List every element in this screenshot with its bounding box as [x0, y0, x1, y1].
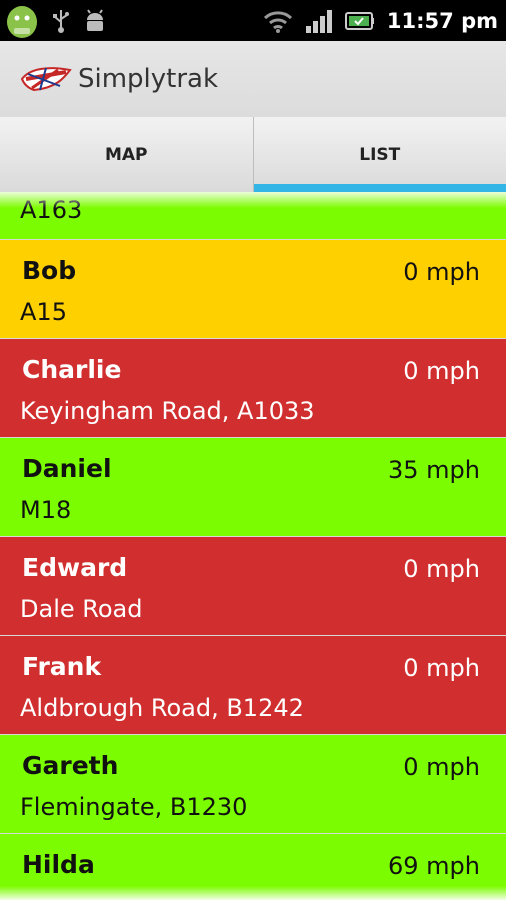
- list-item[interactable]: Bob 0 mph A15: [0, 240, 506, 339]
- list-item[interactable]: Edward 0 mph Dale Road: [0, 537, 506, 636]
- driver-name: Charlie: [22, 355, 122, 384]
- driver-name: Bob: [22, 256, 77, 285]
- speed-label: 35 mph: [388, 456, 480, 484]
- app-title: Simplytrak: [78, 64, 219, 94]
- driver-name: Gareth: [22, 751, 119, 780]
- action-bar: Simplytrak: [0, 41, 506, 117]
- list-item[interactable]: A163: [0, 192, 506, 240]
- notification-icons: [4, 2, 108, 40]
- road-label: Flemingate, B1230: [20, 793, 248, 821]
- road-label: Keyingham Road, A1033: [20, 397, 315, 425]
- debug-icon: [87, 9, 103, 31]
- tab-map[interactable]: MAP: [0, 117, 253, 192]
- clock: 11:57 pm: [386, 8, 498, 33]
- road-label: Aldbrough Road, B1242: [20, 694, 304, 722]
- speed-label: 0 mph: [403, 555, 480, 583]
- list-item[interactable]: Frank 0 mph Aldbrough Road, B1242: [0, 636, 506, 735]
- speed-label: 69 mph: [388, 852, 480, 880]
- speed-label: 0 mph: [403, 753, 480, 781]
- tracker-list[interactable]: A163 Bob 0 mph A15 Charlie 0 mph Keyingh…: [0, 192, 506, 900]
- tab-list[interactable]: LIST: [252, 117, 506, 192]
- list-item[interactable]: Daniel 35 mph M18: [0, 438, 506, 537]
- signal-icon: [305, 9, 332, 33]
- list-item[interactable]: Gareth 0 mph Flemingate, B1230: [0, 735, 506, 834]
- android-icon: [7, 6, 37, 38]
- list-item[interactable]: Charlie 0 mph Keyingham Road, A1033: [0, 339, 506, 438]
- road-label: Dale Road: [20, 595, 143, 623]
- speed-label: 0 mph: [403, 357, 480, 385]
- system-icons: 11:57 pm: [263, 0, 498, 41]
- driver-name: Hilda: [22, 850, 95, 879]
- road-label: M18: [20, 496, 72, 524]
- speed-label: 0 mph: [403, 258, 480, 286]
- road-label: A15: [20, 298, 67, 326]
- speed-label: 0 mph: [403, 654, 480, 682]
- tab-bar: MAP LIST: [0, 117, 506, 192]
- status-bar: 11:57 pm: [0, 0, 506, 41]
- union-jack-wing-icon[interactable]: [20, 64, 72, 94]
- road-label: A163: [20, 196, 83, 224]
- driver-name: Edward: [22, 553, 128, 582]
- driver-name: Daniel: [22, 454, 112, 483]
- battery-icon: [344, 11, 374, 30]
- usb-icon: [53, 10, 69, 33]
- driver-name: Frank: [22, 652, 102, 681]
- wifi-icon: [263, 10, 292, 33]
- list-item[interactable]: Hilda 69 mph: [0, 834, 506, 900]
